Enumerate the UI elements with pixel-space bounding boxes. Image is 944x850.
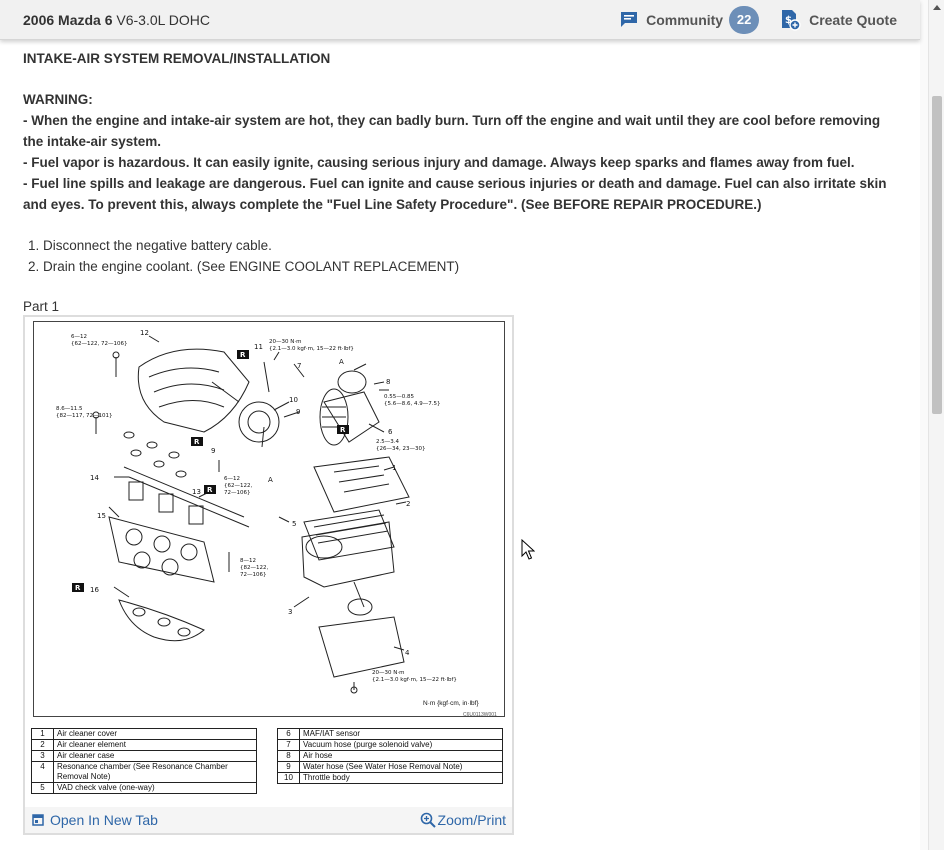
torque-label: 2.5—3.4 (376, 439, 399, 445)
legend-table-left: 1 Air cleaner cover 2 Air cleaner element … (31, 728, 257, 794)
diagram-figure: R R R R R 6—12 {62—122, 72—106} 20—30 N·… (23, 315, 514, 835)
torque-label: {2.1—3.0 kgf·m, 15—22 ft·lbf} (269, 346, 354, 352)
zoom-in-icon (420, 812, 436, 828)
chat-icon (621, 11, 638, 27)
figure-code: C6U0113W001 (463, 712, 497, 718)
figure-footer: Open In New Tab Zoom/Print (25, 807, 512, 833)
warning-item: - Fuel line spills and leakage are dange… (23, 176, 887, 212)
quote-icon: $ (782, 9, 801, 31)
legend-row: 2 Air cleaner element (31, 739, 257, 751)
zoom-print-link[interactable]: Zoom/Print (420, 812, 506, 828)
torque-label: {62—122, (224, 483, 252, 489)
torque-label: 6—12 (71, 334, 87, 340)
community-count-badge: 22 (729, 5, 760, 34)
legend-row: 3 Air cleaner case (31, 750, 257, 762)
legend-row: 7 Vacuum hose (purge solenoid valve) (277, 739, 503, 751)
r-mark: R (194, 438, 200, 446)
callout-number: 9 (211, 447, 215, 455)
legend-row: 5 VAD check valve (one-way) (31, 782, 257, 794)
legend-row: 6 MAF/IAT sensor (277, 728, 503, 740)
callout-number: 13 (192, 488, 201, 496)
part-label: Part 1 (23, 299, 60, 314)
callout-number: 12 (140, 329, 149, 337)
callout-number: 7 (297, 362, 301, 370)
torque-label: {5.6—8.6, 4.9—7.5} (384, 401, 440, 407)
legend-row: 9 Water hose (See Water Hose Removal Note… (277, 761, 503, 773)
create-quote-button[interactable]: $ Create Quote (779, 9, 897, 31)
warning-item: - Fuel vapor is hazardous. It can easily… (23, 155, 855, 170)
legend-row: 10 Throttle body (277, 772, 503, 784)
r-mark: R (240, 351, 246, 359)
callout-number: 6 (388, 428, 393, 436)
r-mark: R (75, 584, 81, 592)
callout-number: 9 (296, 408, 300, 416)
callout-number: 4 (405, 649, 410, 657)
torque-label: {82—122, (240, 565, 268, 571)
scrollbar-thumb[interactable] (932, 96, 942, 414)
procedure-title: INTAKE-AIR SYSTEM REMOVAL/INSTALLATION (23, 51, 331, 66)
procedure-content: INTAKE-AIR SYSTEM REMOVAL/INSTALLATION W… (23, 40, 903, 317)
steps-list: 1. Disconnect the negative battery cable… (23, 235, 903, 277)
top-bar: 2006 Mazda 6 V6-3.0L DOHC Community 22 $… (0, 0, 920, 40)
community-button[interactable]: Community 22 (620, 5, 760, 34)
callout-number: 11 (254, 343, 263, 351)
callout-number: 14 (90, 474, 99, 482)
callout-number: 16 (90, 586, 99, 594)
callout-number: A (268, 476, 273, 484)
open-external-icon (32, 814, 44, 826)
r-mark: R (340, 426, 346, 434)
torque-label: {2.1—3.0 kgf·m, 15—22 ft·lbf} (372, 677, 457, 683)
step-item: 2. Drain the engine coolant. (See ENGINE… (28, 259, 460, 274)
torque-label: 20—30 N·m (269, 339, 301, 345)
callout-number: 2 (406, 500, 410, 508)
torque-label: {62—122, 72—106} (71, 341, 128, 347)
open-new-tab-link[interactable]: Open In New Tab (31, 812, 158, 828)
legend-row: 8 Air hose (277, 750, 503, 762)
mouse-cursor-icon (521, 539, 535, 560)
torque-label: 20—30 N·m (372, 670, 404, 676)
warning-label: WARNING: (23, 92, 93, 107)
callout-number: 5 (292, 520, 296, 528)
legend-row: 4 Resonance chamber (See Resonance Chambe… (31, 761, 257, 783)
vehicle-title: 2006 Mazda 6 V6-3.0L DOHC (23, 11, 211, 28)
callout-number: 3 (288, 608, 292, 616)
scroll-up-arrow[interactable] (933, 5, 941, 10)
torque-label: 72—106} (224, 490, 251, 496)
page-gutter (920, 0, 928, 850)
intake-air-exploded-diagram[interactable]: R R R R R 6—12 {62—122, 72—106} 20—30 N·… (33, 321, 505, 717)
callout-number: 8 (386, 378, 390, 386)
callout-number: 15 (97, 512, 106, 520)
torque-label: {26—34, 23—30} (376, 446, 426, 452)
scrollbar[interactable] (928, 0, 944, 850)
torque-label: 6—12 (224, 476, 240, 482)
torque-label: 8—12 (240, 558, 256, 564)
callout-number: 1 (392, 464, 396, 472)
legend-row: 1 Air cleaner cover (31, 728, 257, 740)
units-caption: N·m {kgf·cm, in·lbf} (423, 700, 479, 707)
warning-item: - When the engine and intake-air system … (23, 113, 881, 149)
callout-number: 10 (289, 396, 298, 404)
torque-label: 72—106} (240, 572, 267, 578)
callout-number: A (339, 358, 344, 366)
torque-label: 8.6—11.5 (56, 406, 83, 412)
step-item: 1. Disconnect the negative battery cable… (28, 238, 272, 253)
torque-label: {82—117, 72—101} (56, 413, 113, 419)
r-mark: R (207, 486, 213, 494)
legend-table-right: 6 MAF/IAT sensor 7 Vacuum hose (purge sole… (277, 728, 503, 784)
torque-label: 0.55—0.85 (384, 394, 414, 400)
